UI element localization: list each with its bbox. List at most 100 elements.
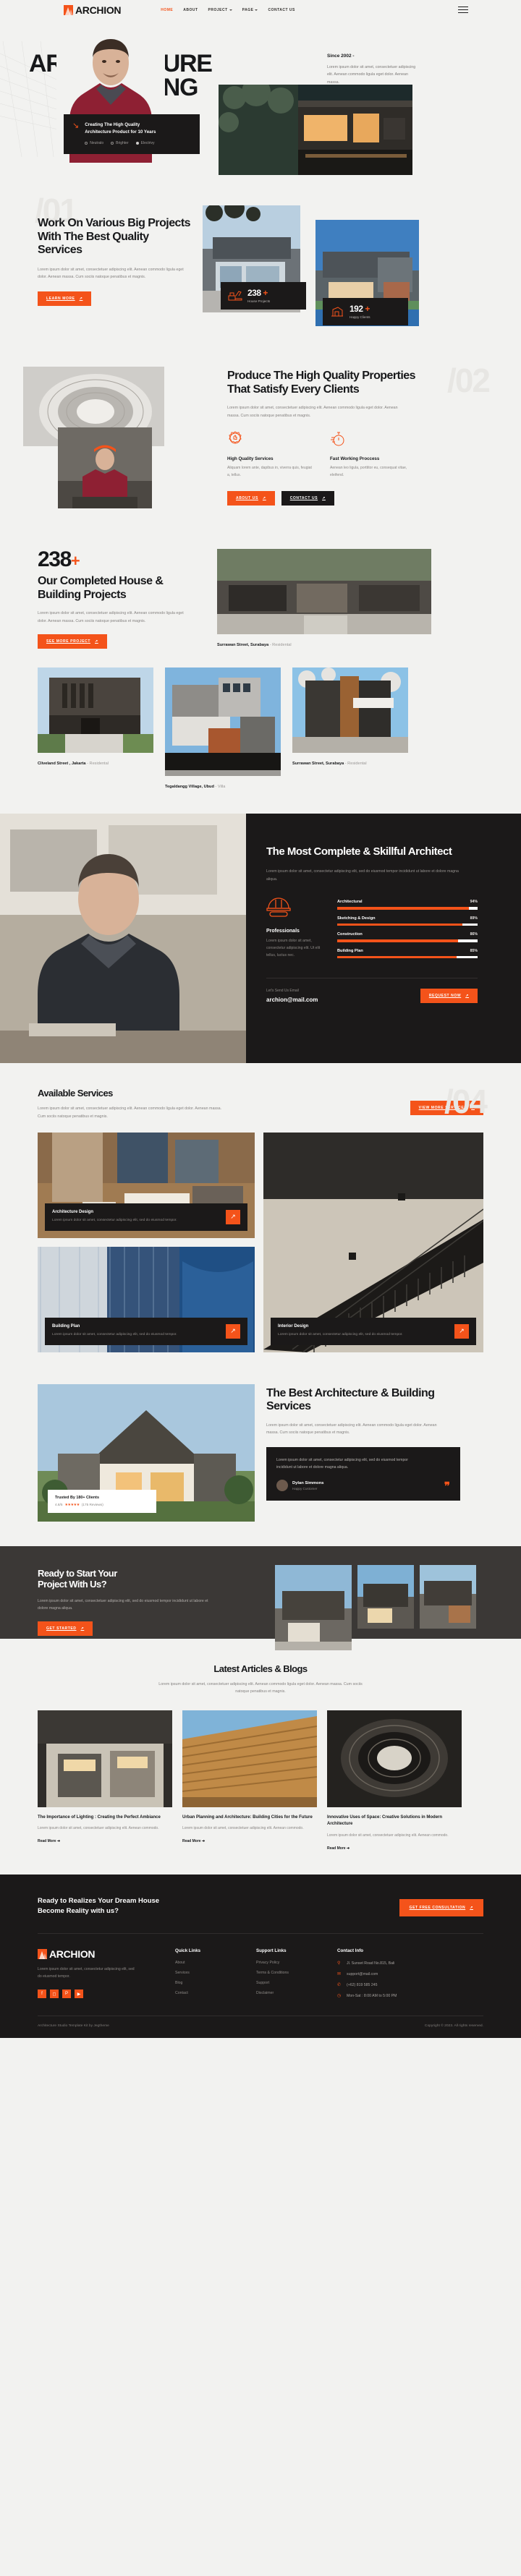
trust-rating: 4.8/5 (55, 1503, 63, 1507)
trust-reviews: (175 Reviews) (81, 1503, 103, 1507)
section02-paragraph: Lorem ipsum dolor sit amet, consectetuer… (227, 406, 398, 418)
service-title: Building Plan (52, 1323, 80, 1328)
chevron-down-icon (255, 9, 258, 11)
project-card[interactable]: Surrawan Street, Surabaya - Residental (292, 668, 408, 766)
social-links: f ◻ P ▶ (38, 1989, 175, 1999)
clock-icon: ◷ (337, 1994, 342, 1999)
footer-col-heading: Quick Links (175, 1948, 201, 1954)
worker-image (58, 427, 152, 508)
avatar (276, 1480, 288, 1492)
service-card-interior-design[interactable]: Interior Design Lorem ipsum dolor sit am… (263, 1132, 483, 1352)
blog-card[interactable]: Innovative Uses of Space: Creative Solut… (327, 1710, 462, 1853)
nav-item-contact[interactable]: CONTACT US (268, 8, 295, 12)
cta-image-3 (420, 1564, 476, 1629)
instagram-icon[interactable]: ◻ (50, 1989, 59, 1999)
nav-item-home[interactable]: HOME (161, 8, 173, 12)
hero-paragraph: Lorem ipsum dolor sit amet, consectetuer… (327, 65, 416, 85)
contact-us-button[interactable]: CONTACT US ↗ (281, 491, 334, 506)
footer-link-privacy[interactable]: Privacy Policy (256, 1961, 337, 1965)
youtube-icon[interactable]: ▶ (75, 1989, 83, 1999)
nav-label: ABOUT (183, 7, 198, 12)
skill-bar (337, 923, 478, 926)
get-started-button[interactable]: GET STARTED ↗ (38, 1621, 93, 1636)
footer-support-links: Support Links Privacy Policy Terms & Con… (256, 1948, 337, 2004)
arrow-up-right-icon[interactable]: ↗ (226, 1323, 240, 1339)
arrow-up-right-icon[interactable]: ↗ (226, 1209, 240, 1224)
services-title: Available Services (38, 1088, 113, 1099)
facebook-icon[interactable]: f (38, 1989, 46, 1999)
skill-item: Architectural 94% (337, 900, 478, 910)
blog-card-text: Lorem ipsum dolor sit amet, consectetuer… (327, 1833, 449, 1838)
trust-title: Trusted By 180+ Clients (55, 1495, 99, 1500)
read-more-link[interactable]: Read More ➔ (38, 1839, 60, 1843)
footer-link-disclaimer[interactable]: Disclaimer (256, 1991, 337, 1995)
hero-card-title: Creating The High Quality Architecture P… (85, 121, 156, 136)
blog-paragraph: Lorem ipsum dolor sit amet, consectetuer… (158, 1681, 363, 1694)
button-label: LEARN MORE (46, 296, 75, 301)
nav-item-project[interactable]: PROJECT (208, 8, 232, 12)
projects-count: 238+ (38, 547, 80, 571)
logo[interactable]: ARCHION (64, 4, 122, 16)
contact-hours: ◷ Mon-Sat : 8:00 AM to 5:00 PM (337, 1993, 397, 1999)
triangle-icon (85, 142, 88, 145)
excavator-icon (228, 290, 242, 300)
pinterest-icon[interactable]: P (62, 1989, 71, 1999)
service-text: Lorem ipsum dolor sit amet, consectetur … (52, 1218, 177, 1222)
testimonial-name: Dylan Simmons (292, 1480, 324, 1485)
cta-title-line2: Project With Us? (38, 1579, 107, 1590)
service-card-architecture-design[interactable]: Architecture Design Lorem ipsum dolor si… (38, 1132, 255, 1238)
get-free-consultation-button[interactable]: GET FREE CONSULTATION ↗ (399, 1898, 483, 1916)
cta-title: Ready to Start Your Project With Us? (38, 1568, 253, 1591)
footer-link-blog[interactable]: Blog (175, 1981, 256, 1985)
hamburger-icon[interactable] (458, 6, 468, 14)
services-section: /04 Available Services Lorem ipsum dolor… (0, 1063, 521, 1376)
nav-item-about[interactable]: ABOUT (183, 8, 198, 12)
footer-link-about[interactable]: About (175, 1961, 256, 1965)
button-label: SEE MORE PROJECT (46, 639, 90, 644)
email-address[interactable]: archion@mail.com (266, 997, 318, 1003)
blog-card-title: The Importance of Lighting : Creating th… (38, 1814, 161, 1820)
logo-mark-icon (38, 1949, 47, 1960)
professionals-block: Professionals Lorem ipsum dolor sit amet… (266, 897, 323, 965)
email-label: Let's Send Us Email (266, 989, 299, 994)
hero-highlight-card: ↘ Creating The High Quality Architecture… (64, 114, 200, 155)
blog-card[interactable]: The Importance of Lighting : Creating th… (38, 1710, 172, 1853)
project-card[interactable]: Tegaldangg Village, Ubud - Villa (165, 668, 281, 789)
skill-name: Building Plan (337, 948, 363, 953)
about-us-button[interactable]: ABOUT US ↗ (227, 491, 275, 506)
footer-logo[interactable]: ARCHION (38, 1948, 175, 1960)
read-more-link[interactable]: Read More ➔ (327, 1846, 350, 1851)
section02-title: Produce The High Quality Properties That… (227, 370, 415, 396)
nav-item-page[interactable]: PAGE (242, 8, 258, 12)
cta-section: Ready to Start Your Project With Us? Lor… (0, 1545, 521, 1650)
footer-copyright: Copyright © 2023. All rights reserved. (424, 2024, 483, 2029)
button-label: GET STARTED (46, 1626, 77, 1631)
section03-title: Our Completed House & Building Projects (38, 575, 164, 601)
footer-link-terms[interactable]: Terms & Conditions (256, 1971, 337, 1975)
completed-projects-section: 238+ Our Completed House & Building Proj… (0, 533, 521, 814)
blog-card[interactable]: Urban Planning and Architecture: Buildin… (182, 1710, 317, 1853)
main-nav: HOME ABOUT PROJECT PAGE CONTACT US (161, 8, 295, 12)
footer-brand: ARCHION Lorem ipsum dolor sit amet, cons… (38, 1948, 175, 2004)
blog-image-1 (38, 1710, 172, 1807)
project-image-ubud (165, 668, 281, 777)
contact-email[interactable]: ✉ support@mail.com (337, 1971, 465, 1977)
request-now-button[interactable]: REQUEST NOW ↗ (420, 989, 478, 1004)
contact-phone[interactable]: ✆ (+62) 819 585 245 (337, 1982, 465, 1988)
feature-title: Fast Working Proccess (330, 456, 380, 462)
see-more-project-button[interactable]: SEE MORE PROJECT ↗ (38, 634, 107, 649)
read-more-link[interactable]: Read More ➔ (182, 1839, 205, 1843)
tag-neutralo: Neutralo (85, 141, 103, 145)
location-pin-icon: ⚲ (337, 1961, 341, 1966)
footer-link-support[interactable]: Support (256, 1981, 337, 1985)
service-card-building-plan[interactable]: Building Plan Lorem ipsum dolor sit amet… (38, 1246, 255, 1352)
footer-link-contact[interactable]: Contact (175, 1991, 256, 1995)
project-caption: Tegaldangg Village, Ubud - Villa (165, 785, 226, 790)
skill-percent: 85% (470, 948, 478, 953)
arrow-up-right-icon[interactable]: ↗ (454, 1323, 469, 1339)
high-quality-section: /02 Produce The High Quality Properties … (0, 351, 521, 533)
footer-link-services[interactable]: Services (175, 1971, 256, 1975)
learn-more-button[interactable]: LEARN MORE ↗ (38, 291, 92, 306)
project-card[interactable]: Cliveland Street , Jakarta - Residental (38, 668, 153, 766)
service-title: Interior Design (278, 1323, 309, 1328)
